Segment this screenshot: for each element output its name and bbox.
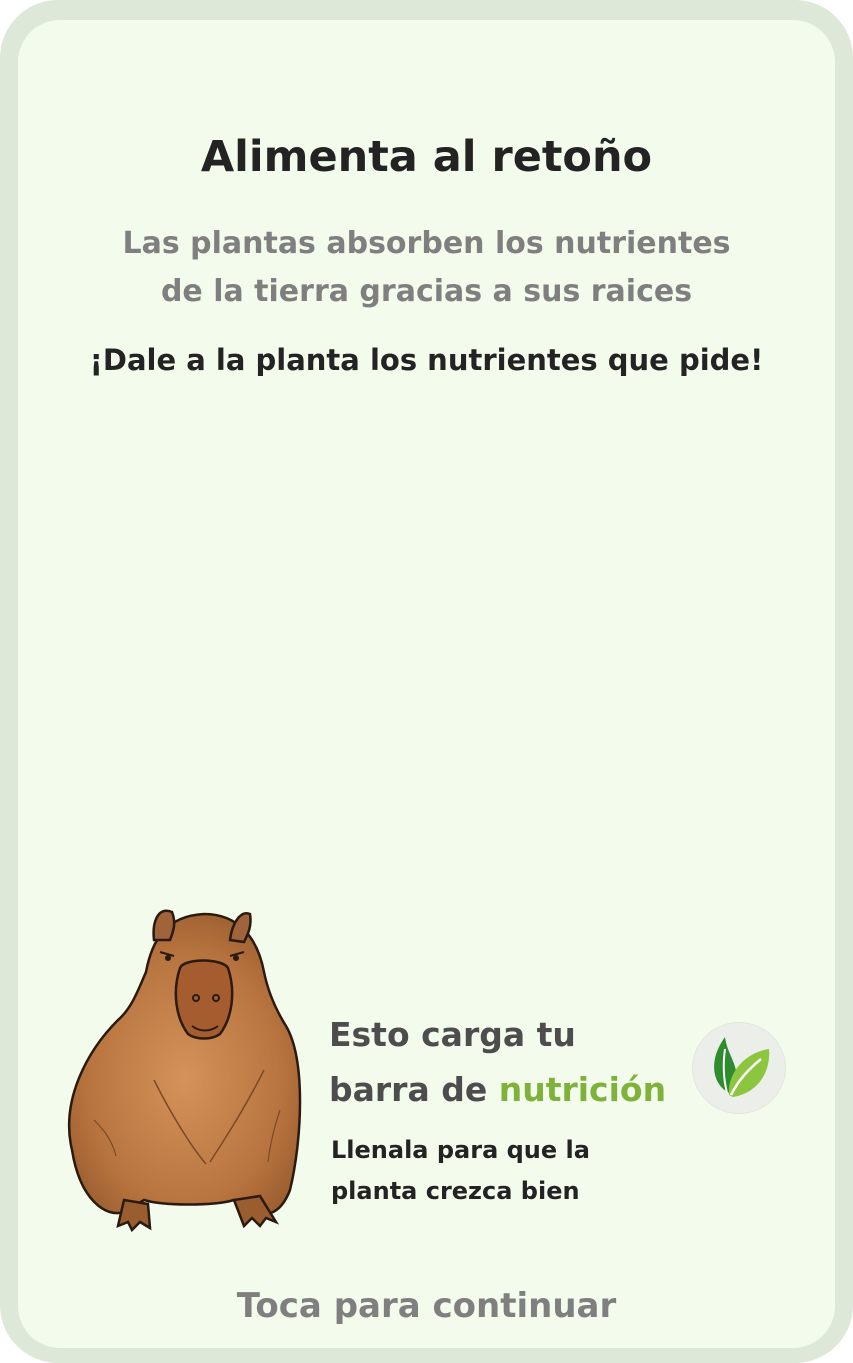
nutrition-badge (692, 1022, 786, 1114)
subtitle-line-1: Las plantas absorben los nutrientes (122, 226, 731, 261)
frame: Alimenta al retoño Las plantas absorben … (0, 0, 853, 1363)
leaf-icon (714, 1037, 770, 1097)
nutrition-info-description: Llenala para que la planta crezca bien (331, 1130, 590, 1212)
subtitle: Las plantas absorben los nutrientes de l… (18, 220, 835, 316)
page-title: Alimenta al retoño (200, 132, 653, 182)
instruction-text: ¡Dale a la planta los nutrientes que pid… (89, 343, 764, 377)
info-desc-line-2: planta crezca bien (331, 1177, 580, 1205)
info-title-line-2: barra de nutrición (329, 1062, 666, 1117)
subtitle-line-2: de la tierra gracias a sus raices (160, 274, 693, 309)
info-title-prefix: barra de (329, 1070, 499, 1109)
capybara-mascot (67, 909, 302, 1233)
nutrition-highlight: nutrición (498, 1070, 667, 1109)
info-desc-line-1: Llenala para que la (331, 1136, 590, 1164)
tap-to-continue-button[interactable]: Toca para continuar (18, 1286, 835, 1326)
tutorial-card[interactable]: Alimenta al retoño Las plantas absorben … (18, 20, 835, 1348)
info-title-line-1: Esto carga tu (329, 1015, 576, 1054)
nutrition-info-title: Esto carga tu barra de nutrición (329, 1007, 666, 1117)
